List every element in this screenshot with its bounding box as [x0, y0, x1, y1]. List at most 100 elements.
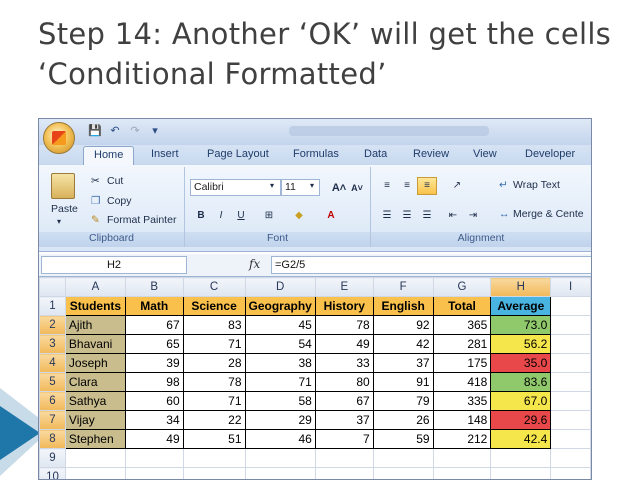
score-cell[interactable]: 37 [315, 411, 373, 430]
office-button[interactable] [43, 122, 75, 154]
score-cell[interactable]: 148 [433, 411, 491, 430]
row-header[interactable]: 10 [40, 468, 66, 480]
font-name-select[interactable]: Calibri [190, 179, 281, 196]
score-cell[interactable]: 65 [125, 335, 183, 354]
student-name-cell[interactable]: Sathya [65, 392, 125, 411]
bold-button[interactable]: B [191, 207, 211, 225]
score-cell[interactable]: 54 [245, 335, 315, 354]
empty-cell[interactable] [551, 468, 591, 480]
merge-center-button[interactable]: Merge & Cente [513, 208, 584, 220]
empty-cell[interactable] [183, 468, 245, 480]
score-cell[interactable]: 71 [245, 373, 315, 392]
font-size-select[interactable]: 11 [281, 179, 320, 196]
empty-cell[interactable] [373, 468, 433, 480]
font-size-dropdown-icon[interactable]: ▾ [310, 181, 314, 190]
row-header[interactable]: 4 [40, 354, 66, 373]
save-icon[interactable]: 💾 [87, 123, 103, 139]
score-cell[interactable]: 46 [245, 430, 315, 449]
score-cell[interactable]: 83 [183, 316, 245, 335]
format-painter-button[interactable]: Format Painter [107, 214, 176, 226]
score-cell[interactable]: 51 [183, 430, 245, 449]
name-box[interactable]: H2 [41, 256, 187, 274]
score-cell[interactable]: 212 [433, 430, 491, 449]
tab-page-layout[interactable]: Page Layout [207, 148, 269, 160]
col-header-e[interactable]: E [315, 278, 373, 297]
header-cell[interactable]: Science [183, 297, 245, 316]
tab-insert[interactable]: Insert [151, 148, 179, 160]
align-bottom-icon[interactable]: ≡ [417, 177, 437, 195]
tab-formulas[interactable]: Formulas [293, 148, 339, 160]
header-cell[interactable]: English [373, 297, 433, 316]
customize-qat-icon[interactable]: ▾ [147, 123, 163, 139]
header-cell[interactable]: Math [125, 297, 183, 316]
align-top-icon[interactable]: ≡ [377, 177, 397, 195]
tab-view[interactable]: View [473, 148, 497, 160]
score-cell[interactable]: 71 [183, 392, 245, 411]
header-cell[interactable]: Average [491, 297, 551, 316]
empty-cell[interactable] [491, 449, 551, 468]
empty-cell[interactable] [315, 468, 373, 480]
score-cell[interactable]: 28 [183, 354, 245, 373]
empty-cell[interactable] [551, 316, 591, 335]
row-header[interactable]: 7 [40, 411, 66, 430]
row-header[interactable]: 5 [40, 373, 66, 392]
average-cell[interactable]: 35.0 [491, 354, 551, 373]
col-header-b[interactable]: B [125, 278, 183, 297]
row-header[interactable]: 8 [40, 430, 66, 449]
score-cell[interactable]: 22 [183, 411, 245, 430]
score-cell[interactable]: 58 [245, 392, 315, 411]
empty-cell[interactable] [125, 449, 183, 468]
align-center-icon[interactable]: ☰ [397, 207, 417, 225]
header-cell[interactable]: Students [65, 297, 125, 316]
row-header[interactable]: 6 [40, 392, 66, 411]
score-cell[interactable]: 78 [183, 373, 245, 392]
empty-cell[interactable] [551, 392, 591, 411]
average-cell[interactable]: 67.0 [491, 392, 551, 411]
score-cell[interactable]: 38 [245, 354, 315, 373]
col-header-g[interactable]: G [433, 278, 491, 297]
student-name-cell[interactable]: Ajith [65, 316, 125, 335]
empty-cell[interactable] [551, 430, 591, 449]
empty-cell[interactable] [65, 449, 125, 468]
orientation-icon[interactable]: ↗ [447, 177, 467, 195]
score-cell[interactable]: 26 [373, 411, 433, 430]
tab-review[interactable]: Review [413, 148, 449, 160]
empty-cell[interactable] [315, 449, 373, 468]
font-color-icon[interactable]: A [321, 207, 341, 225]
score-cell[interactable]: 49 [315, 335, 373, 354]
decrease-indent-icon[interactable]: ⇤ [443, 207, 463, 225]
cut-button[interactable]: Cut [107, 175, 123, 187]
empty-cell[interactable] [125, 468, 183, 480]
score-cell[interactable]: 175 [433, 354, 491, 373]
row-header[interactable]: 2 [40, 316, 66, 335]
score-cell[interactable]: 92 [373, 316, 433, 335]
score-cell[interactable]: 418 [433, 373, 491, 392]
student-name-cell[interactable]: Joseph [65, 354, 125, 373]
header-cell[interactable]: Geography [245, 297, 315, 316]
score-cell[interactable]: 29 [245, 411, 315, 430]
col-header-f[interactable]: F [373, 278, 433, 297]
empty-cell[interactable] [245, 468, 315, 480]
fill-color-icon[interactable]: ◆ [289, 207, 309, 225]
score-cell[interactable]: 42 [373, 335, 433, 354]
empty-cell[interactable] [551, 354, 591, 373]
paste-icon[interactable] [51, 173, 75, 199]
score-cell[interactable]: 80 [315, 373, 373, 392]
empty-cell[interactable] [551, 449, 591, 468]
average-cell[interactable]: 73.0 [491, 316, 551, 335]
empty-cell[interactable] [183, 449, 245, 468]
shrink-font-button[interactable]: A˅ [347, 179, 367, 197]
empty-cell[interactable] [551, 411, 591, 430]
average-cell[interactable]: 29.6 [491, 411, 551, 430]
student-name-cell[interactable]: Clara [65, 373, 125, 392]
student-name-cell[interactable]: Bhavani [65, 335, 125, 354]
tab-data[interactable]: Data [364, 148, 387, 160]
undo-icon[interactable]: ↶ [107, 123, 123, 139]
header-cell[interactable]: History [315, 297, 373, 316]
empty-cell[interactable] [491, 468, 551, 480]
score-cell[interactable]: 365 [433, 316, 491, 335]
underline-button[interactable]: U [231, 207, 251, 225]
align-middle-icon[interactable]: ≡ [397, 177, 417, 195]
italic-button[interactable]: I [211, 207, 231, 225]
empty-cell[interactable] [433, 468, 491, 480]
